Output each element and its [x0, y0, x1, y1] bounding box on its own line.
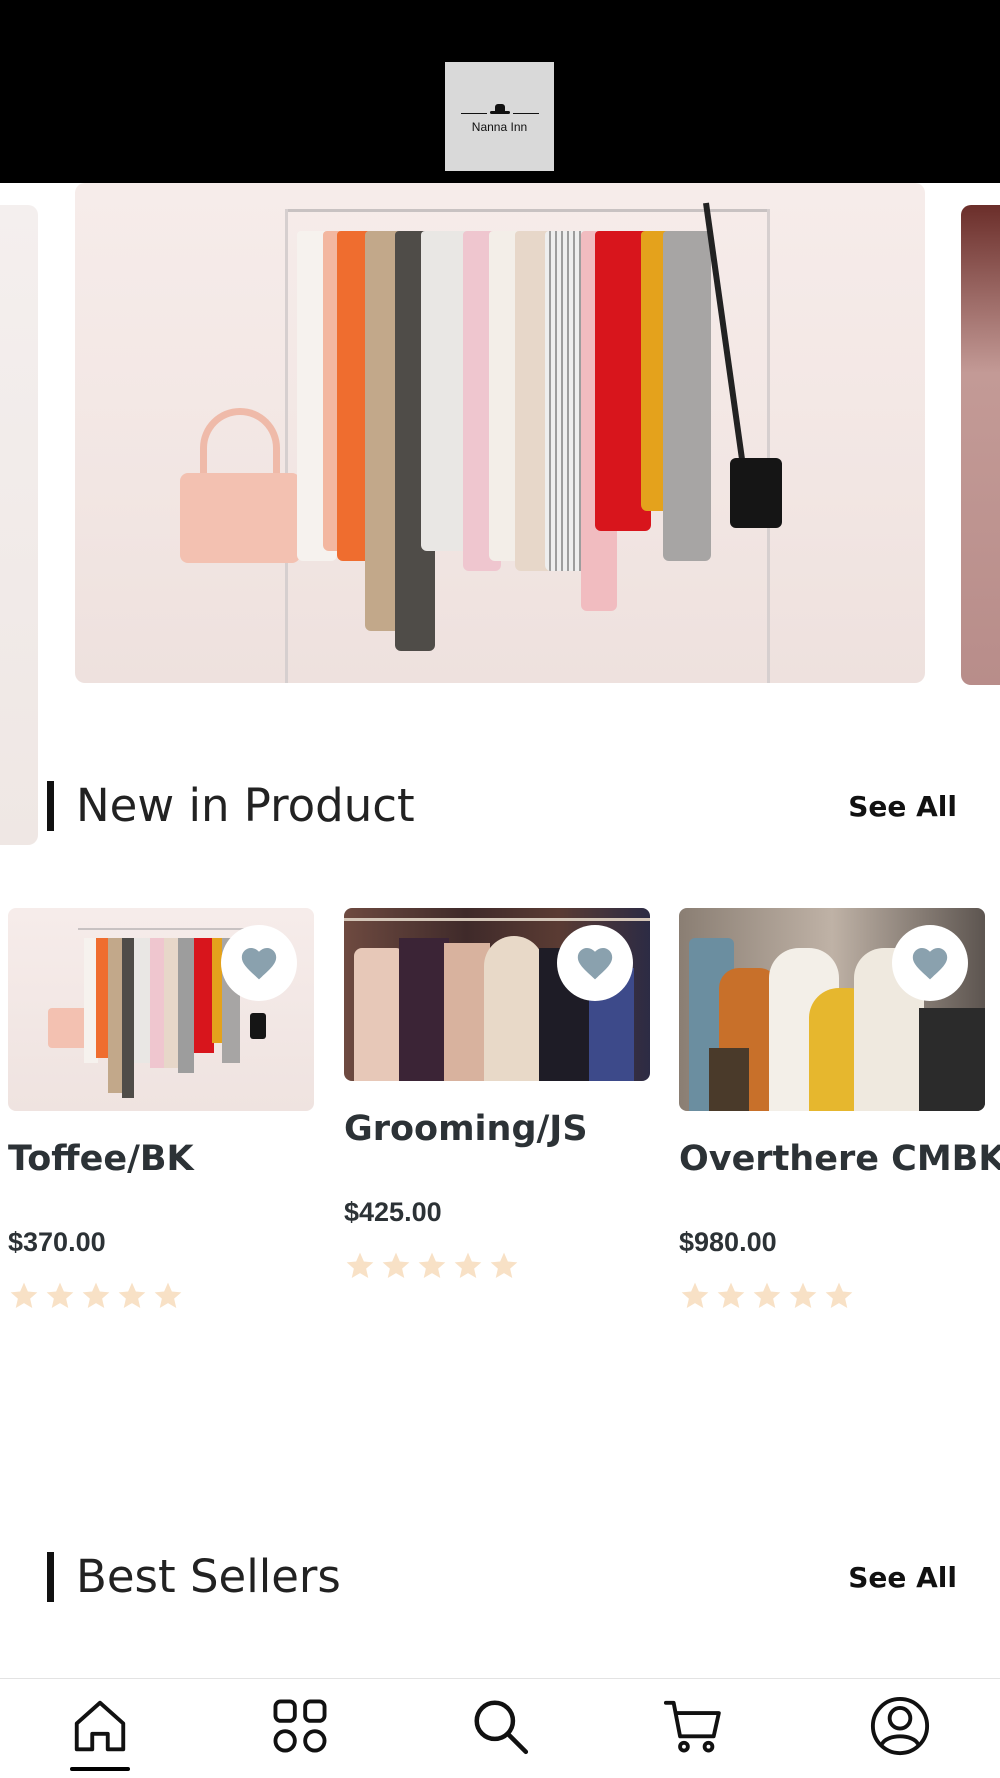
nav-search[interactable]: [465, 1691, 535, 1761]
product-card[interactable]: Toffee/BK $370.00: [8, 908, 314, 1312]
banner-carousel[interactable]: [0, 183, 1000, 845]
logo-text: Nanna Inn: [471, 119, 528, 134]
home-screen: Nanna Inn New in Product See All Toffee/…: [0, 0, 1000, 1778]
star-icon: [46, 1282, 74, 1308]
banner-slide-current[interactable]: [75, 183, 925, 683]
product-price: $980.00: [679, 1227, 777, 1257]
see-all-best-sellers-link[interactable]: See All: [848, 1558, 957, 1598]
cart-icon: [663, 1700, 721, 1753]
star-icon: [346, 1252, 374, 1278]
section-accent-bar: [47, 1552, 54, 1602]
active-tab-indicator: [70, 1767, 130, 1771]
star-icon: [825, 1282, 853, 1308]
section-title: New in Product: [76, 779, 415, 832]
home-icon: [74, 1700, 126, 1752]
app-header: Nanna Inn: [0, 0, 1000, 183]
favorite-button[interactable]: [892, 925, 968, 1001]
star-icon: [789, 1282, 817, 1308]
star-icon: [154, 1282, 182, 1308]
section-accent-bar: [47, 781, 54, 831]
heart-icon: [912, 947, 948, 980]
star-icon: [82, 1282, 110, 1308]
product-name[interactable]: Grooming/JS: [344, 1109, 650, 1149]
bottom-navigation: [0, 1678, 1000, 1778]
heart-icon: [241, 947, 277, 980]
star-icon: [454, 1252, 482, 1278]
hat-logo-icon: [460, 100, 539, 118]
new-in-product-header: New in Product See All: [47, 779, 957, 833]
star-icon: [681, 1282, 709, 1308]
product-card[interactable]: Grooming/JS $425.00: [344, 908, 650, 1282]
section-title: Best Sellers: [76, 1550, 341, 1603]
product-image[interactable]: [8, 908, 314, 1111]
best-sellers-header: Best Sellers See All: [47, 1550, 957, 1604]
rating-stars: [679, 1280, 985, 1312]
profile-icon: [870, 1696, 930, 1756]
star-icon: [418, 1252, 446, 1278]
product-name[interactable]: Overthere CMBK: [679, 1139, 1000, 1179]
nav-cart[interactable]: [658, 1691, 728, 1761]
categories-icon: [273, 1699, 327, 1753]
banner-slide-next[interactable]: [961, 205, 1000, 685]
star-icon: [717, 1282, 745, 1308]
star-icon: [490, 1252, 518, 1278]
rating-stars: [8, 1280, 314, 1312]
favorite-button[interactable]: [221, 925, 297, 1001]
product-price: $370.00: [8, 1227, 106, 1257]
product-image[interactable]: [679, 908, 985, 1111]
nav-home[interactable]: [65, 1691, 135, 1761]
star-icon: [118, 1282, 146, 1308]
banner-slide-previous[interactable]: [0, 205, 38, 845]
search-icon: [474, 1700, 529, 1755]
see-all-new-in-link[interactable]: See All: [848, 787, 957, 827]
nav-categories[interactable]: [265, 1691, 335, 1761]
star-icon: [753, 1282, 781, 1308]
star-icon: [382, 1252, 410, 1278]
star-icon: [10, 1282, 38, 1308]
product-card[interactable]: Overthere CMBK $980.00: [679, 908, 1000, 1312]
product-price: $425.00: [344, 1197, 442, 1227]
rating-stars: [344, 1250, 650, 1282]
brand-logo[interactable]: Nanna Inn: [445, 62, 554, 171]
product-image[interactable]: [344, 908, 650, 1081]
product-name[interactable]: Toffee/BK: [8, 1139, 314, 1179]
favorite-button[interactable]: [557, 925, 633, 1001]
new-in-product-list: Toffee/BK $370.00 Grooming/JS $425.00 Ov…: [0, 908, 1000, 1328]
nav-profile[interactable]: [865, 1691, 935, 1761]
heart-icon: [577, 947, 613, 980]
